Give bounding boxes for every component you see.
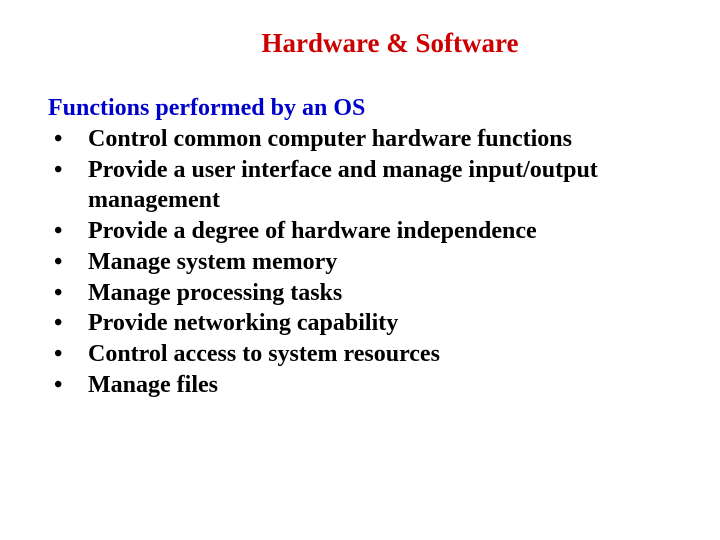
list-item: • Provide a user interface and manage in… [50, 155, 672, 216]
slide-title: Hardware & Software [108, 28, 672, 59]
bullet-icon: • [50, 308, 88, 339]
bullet-icon: • [50, 216, 88, 247]
bullet-icon: • [50, 247, 88, 278]
bullet-icon: • [50, 370, 88, 401]
bullet-icon: • [50, 339, 88, 370]
list-item: • Provide a degree of hardware independe… [50, 216, 672, 247]
list-item: • Provide networking capability [50, 308, 672, 339]
list-item-text: Manage system memory [88, 247, 672, 278]
section-heading: Functions performed by an OS [48, 95, 672, 122]
list-item-text: Provide a user interface and manage inpu… [88, 155, 672, 216]
list-item: • Control common computer hardware funct… [50, 124, 672, 155]
list-item-text: Control access to system resources [88, 339, 672, 370]
bullet-list: • Control common computer hardware funct… [48, 124, 672, 400]
list-item-text: Provide a degree of hardware independenc… [88, 216, 672, 247]
bullet-icon: • [50, 124, 88, 155]
list-item-text: Provide networking capability [88, 308, 672, 339]
list-item: • Manage processing tasks [50, 278, 672, 309]
list-item-text: Manage processing tasks [88, 278, 672, 309]
list-item: • Manage system memory [50, 247, 672, 278]
list-item: • Manage files [50, 370, 672, 401]
bullet-icon: • [50, 278, 88, 309]
list-item-text: Manage files [88, 370, 672, 401]
list-item: • Control access to system resources [50, 339, 672, 370]
list-item-text: Control common computer hardware functio… [88, 124, 672, 155]
bullet-icon: • [50, 155, 88, 186]
